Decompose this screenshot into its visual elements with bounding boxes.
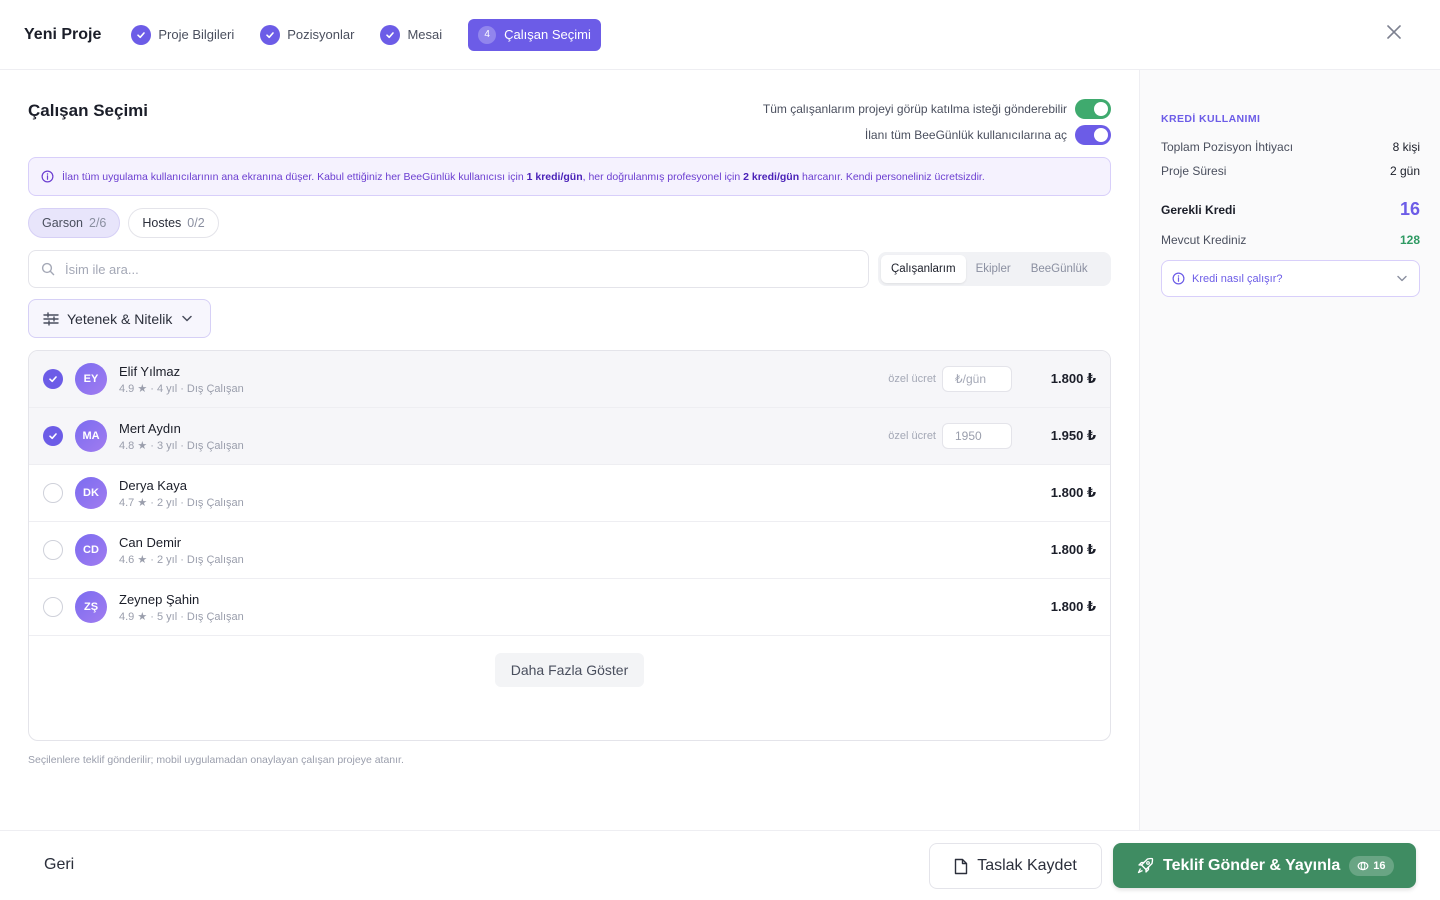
employee-meta: 4.7 ★ · 2 yıl · Dış Çalışan	[119, 496, 244, 509]
required-credit-row: Gerekli Kredi 16	[1161, 199, 1420, 219]
employee-meta: 4.9 ★ · 5 yıl · Dış Çalışan	[119, 610, 244, 623]
chevron-down-icon	[1397, 273, 1407, 285]
page-heading: Yeni Proje	[24, 25, 102, 43]
segment-ekipler[interactable]: Ekipler	[966, 255, 1021, 283]
back-button[interactable]: Geri	[44, 856, 74, 874]
employee-meta: 4.6 ★ · 2 yıl · Dış Çalışan	[119, 553, 244, 566]
employee-row[interactable]: ZŞ Zeynep Şahin 4.9 ★ · 5 yıl · Dış Çalı…	[29, 579, 1110, 636]
document-icon	[954, 858, 968, 875]
wizard-footer: Geri Taslak Kaydet Teklif Gönder & Yayın…	[0, 830, 1440, 900]
employee-price: 1.950 ₺	[1050, 428, 1096, 443]
select-checkbox[interactable]	[43, 540, 63, 560]
employee-name: Can Demir	[119, 534, 182, 550]
step-pozisyonlar[interactable]: Pozisyonlar	[260, 24, 355, 45]
position-tab-hostes[interactable]: Hostes 0/2	[128, 208, 219, 238]
info-text: İlan tüm uygulama kullanıcılarının ana e…	[62, 170, 985, 183]
employee-list: EY Elif Yılmaz 4.9 ★ · 4 yıl · Dış Çalış…	[28, 350, 1111, 741]
position-count: 2/6	[89, 216, 107, 230]
avatar: MA	[75, 420, 107, 452]
step-proje-bilgileri[interactable]: Proje Bilgileri	[131, 24, 235, 45]
toggle-all-employees[interactable]	[1075, 99, 1111, 119]
step-label: Mesai	[407, 27, 443, 42]
step-label: Pozisyonlar	[287, 27, 355, 42]
accordion-label: Kredi nasıl çalışır?	[1192, 272, 1283, 285]
toggle-row-public-listing: İlanı tüm BeeGünlük kullanıcılarına aç	[865, 125, 1111, 145]
custom-rate-label: özel ücret	[888, 430, 936, 442]
sliders-icon	[43, 311, 59, 326]
employee-price: 1.800 ₺	[1050, 371, 1096, 386]
segment-calisanlarim[interactable]: Çalışanlarım	[881, 255, 966, 283]
show-more-button[interactable]: Daha Fazla Göster	[494, 653, 645, 687]
select-checkbox[interactable]	[43, 426, 63, 446]
employee-meta: 4.9 ★ · 4 yıl · Dış Çalışan	[119, 382, 244, 395]
search-input[interactable]	[65, 261, 765, 277]
close-icon	[1386, 24, 1402, 45]
filter-label: Yetenek & Nitelik	[67, 310, 173, 327]
step-label: Proje Bilgileri	[158, 27, 235, 42]
avatar: ZŞ	[75, 591, 107, 623]
publish-button[interactable]: Teklif Gönder & Yayınla 16	[1113, 843, 1416, 888]
check-icon	[380, 24, 401, 45]
custom-rate-label: özel ücret	[888, 373, 936, 385]
toggle-public-listing[interactable]	[1075, 125, 1111, 145]
step-number: 4	[478, 25, 497, 44]
employee-row[interactable]: CD Can Demir 4.6 ★ · 2 yıl · Dış Çalışan…	[29, 522, 1110, 579]
employee-price: 1.800 ₺	[1050, 485, 1096, 500]
position-tab-garson[interactable]: Garson 2/6	[28, 208, 121, 238]
rocket-icon	[1137, 857, 1154, 874]
employee-price: 1.800 ₺	[1050, 542, 1096, 557]
close-button[interactable]	[1382, 22, 1406, 46]
search-icon	[41, 262, 55, 276]
credit-info-banner: İlan tüm uygulama kullanıcılarının ana e…	[28, 157, 1111, 196]
avatar: CD	[75, 534, 107, 566]
wizard-header: Yeni Proje Proje Bilgileri Pozisyonlar M…	[0, 0, 1440, 70]
section-title: Çalışan Seçimi	[28, 101, 149, 120]
employee-meta: 4.8 ★ · 3 yıl · Dış Çalışan	[119, 439, 244, 452]
toggle-label: Tüm çalışanlarım projeyi görüp katılma i…	[762, 102, 1067, 116]
credit-help-accordion[interactable]: Kredi nasıl çalışır?	[1161, 260, 1420, 297]
total-positions-row: Toplam Pozisyon İhtiyacı 8 kişi	[1161, 140, 1420, 154]
employee-name: Elif Yılmaz	[119, 363, 181, 379]
source-segmented-control: Çalışanlarım Ekipler BeeGünlük	[878, 252, 1111, 286]
avatar: EY	[75, 363, 107, 395]
footnote: Seçilenlere teklif gönderilir; mobil uyg…	[28, 754, 404, 766]
search-box	[28, 250, 869, 288]
step-mesai[interactable]: Mesai	[380, 24, 443, 45]
employee-name: Mert Aydın	[119, 420, 181, 436]
toggle-row-all-employees: Tüm çalışanlarım projeyi görüp katılma i…	[763, 99, 1111, 119]
credit-badge: 16	[1349, 855, 1394, 876]
select-checkbox[interactable]	[43, 369, 63, 389]
position-count: 0/2	[187, 216, 205, 230]
segment-beegunluk[interactable]: BeeGünlük	[1021, 255, 1098, 283]
custom-rate-input[interactable]	[942, 366, 1012, 392]
main-content: Çalışan Seçimi Tüm çalışanlarım projeyi …	[28, 70, 1111, 830]
custom-rate-input[interactable]	[942, 423, 1012, 449]
check-icon	[260, 24, 281, 45]
toggle-label: İlanı tüm BeeGünlük kullanıcılarına aç	[864, 128, 1067, 142]
position-tabs: Garson 2/6 Hostes 0/2	[28, 208, 227, 238]
step-calisan-secimi[interactable]: 4 Çalışan Seçimi	[468, 18, 601, 51]
credit-icon	[1357, 861, 1369, 871]
employee-row[interactable]: EY Elif Yılmaz 4.9 ★ · 4 yıl · Dış Çalış…	[29, 351, 1110, 408]
duration-row: Proje Süresi 2 gün	[1161, 164, 1420, 178]
avatar: DK	[75, 477, 107, 509]
employee-row[interactable]: DK Derya Kaya 4.7 ★ · 2 yıl · Dış Çalışa…	[29, 465, 1110, 522]
employee-price: 1.800 ₺	[1050, 599, 1096, 614]
employee-name: Derya Kaya	[119, 477, 187, 493]
current-credit-row: Mevcut Krediniz 128	[1161, 233, 1420, 247]
skill-filter-button[interactable]: Yetenek & Nitelik	[28, 299, 211, 338]
info-icon	[41, 170, 54, 183]
select-checkbox[interactable]	[43, 597, 63, 617]
credit-sidebar: KREDİ KULLANIMI Toplam Pozisyon İhtiyacı…	[1139, 70, 1440, 830]
step-label: Çalışan Seçimi	[504, 27, 591, 42]
save-draft-button[interactable]: Taslak Kaydet	[929, 843, 1102, 889]
sidebar-heading: KREDİ KULLANIMI	[1161, 113, 1261, 125]
select-checkbox[interactable]	[43, 483, 63, 503]
check-icon	[131, 24, 152, 45]
employee-name: Zeynep Şahin	[119, 591, 200, 607]
info-icon	[1172, 272, 1185, 285]
employee-row[interactable]: MA Mert Aydın 4.8 ★ · 3 yıl · Dış Çalışa…	[29, 408, 1110, 465]
chevron-down-icon	[182, 315, 193, 322]
